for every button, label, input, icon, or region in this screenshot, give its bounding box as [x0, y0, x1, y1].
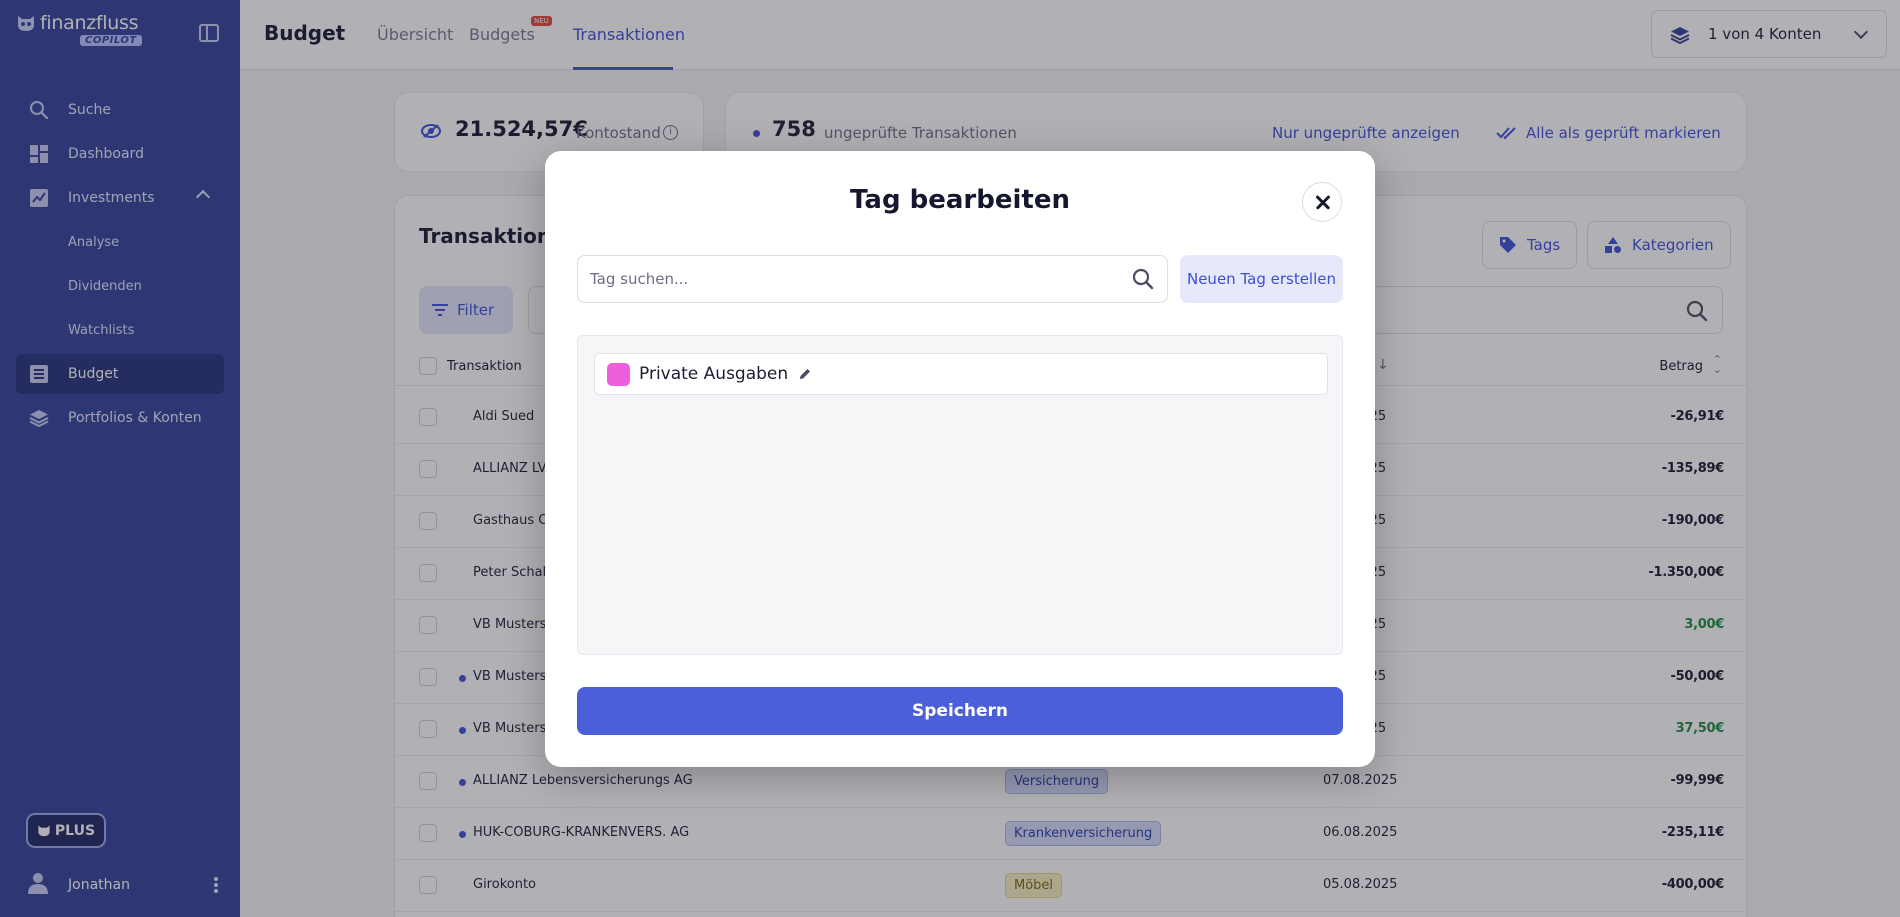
edit-tag-dialog: Tag bearbeiten Neuen Tag erstellen Priva…: [545, 151, 1375, 767]
tag-search-input[interactable]: [577, 255, 1168, 303]
save-button[interactable]: Speichern: [577, 687, 1343, 735]
tag-name: Private Ausgaben: [639, 364, 789, 384]
dialog-title: Tag bearbeiten: [850, 185, 1070, 215]
tag-color-swatch: [607, 362, 630, 386]
close-icon[interactable]: [1302, 182, 1342, 222]
tag-item[interactable]: Private Ausgaben: [594, 353, 1328, 395]
create-tag-button[interactable]: Neuen Tag erstellen: [1180, 255, 1343, 303]
pencil-icon[interactable]: [798, 367, 812, 381]
search-icon: [1132, 268, 1154, 290]
tag-list: Private Ausgaben: [577, 335, 1343, 655]
